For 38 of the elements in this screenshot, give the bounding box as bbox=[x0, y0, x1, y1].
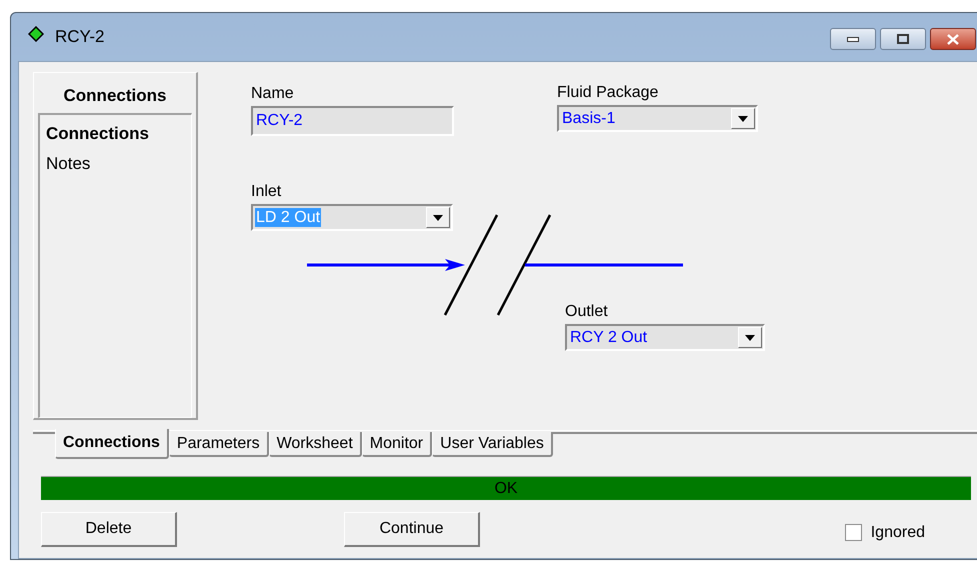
dropdown-value: RCY 2 Out bbox=[569, 328, 648, 347]
window-title: RCY-2 bbox=[55, 26, 104, 48]
tab[interactable]: Connections bbox=[55, 429, 169, 459]
name-value: RCY-2 bbox=[256, 111, 303, 131]
caret-icon bbox=[433, 214, 443, 220]
diamond-icon bbox=[28, 26, 44, 42]
caret-icon bbox=[738, 116, 748, 122]
caret-icon bbox=[745, 334, 755, 340]
field-label: Fluid Package bbox=[557, 83, 660, 103]
sidebar-item[interactable]: Connections bbox=[46, 122, 149, 144]
action-button[interactable]: Continue bbox=[344, 512, 480, 547]
tab[interactable]: User Variables bbox=[432, 432, 553, 457]
dropdown-field[interactable]: RCY 2 Out bbox=[565, 324, 765, 351]
name-field[interactable]: RCY-2 bbox=[251, 106, 454, 136]
dropdown-button[interactable] bbox=[731, 108, 755, 129]
sidebar-item[interactable]: Notes bbox=[46, 152, 90, 174]
field-label: Name bbox=[251, 84, 295, 104]
tab[interactable]: Parameters bbox=[168, 432, 269, 457]
field-label: Inlet bbox=[251, 182, 282, 202]
close-icon bbox=[946, 34, 960, 44]
checkbox[interactable] bbox=[844, 524, 862, 541]
field-label: Outlet bbox=[565, 302, 609, 322]
minimize-button[interactable] bbox=[830, 28, 876, 50]
minimize-icon bbox=[847, 36, 859, 42]
sidebar-header: Connections bbox=[62, 85, 168, 107]
close-button[interactable] bbox=[930, 28, 976, 50]
action-button[interactable]: Delete bbox=[41, 512, 177, 547]
restore-icon bbox=[897, 34, 909, 44]
ignored-checkbox[interactable]: Ignored bbox=[844, 520, 925, 544]
dropdown-value: LD 2 Out bbox=[255, 208, 322, 227]
dropdown-field[interactable]: Basis-1 bbox=[557, 105, 758, 132]
status-text: OK bbox=[494, 478, 518, 498]
dropdown-value: Basis-1 bbox=[561, 109, 616, 128]
tab[interactable]: Monitor bbox=[362, 432, 432, 457]
dropdown-button[interactable] bbox=[738, 327, 762, 348]
dropdown-button[interactable] bbox=[426, 207, 450, 228]
maximize-button[interactable] bbox=[880, 28, 926, 50]
tab[interactable]: Worksheet bbox=[268, 432, 362, 457]
